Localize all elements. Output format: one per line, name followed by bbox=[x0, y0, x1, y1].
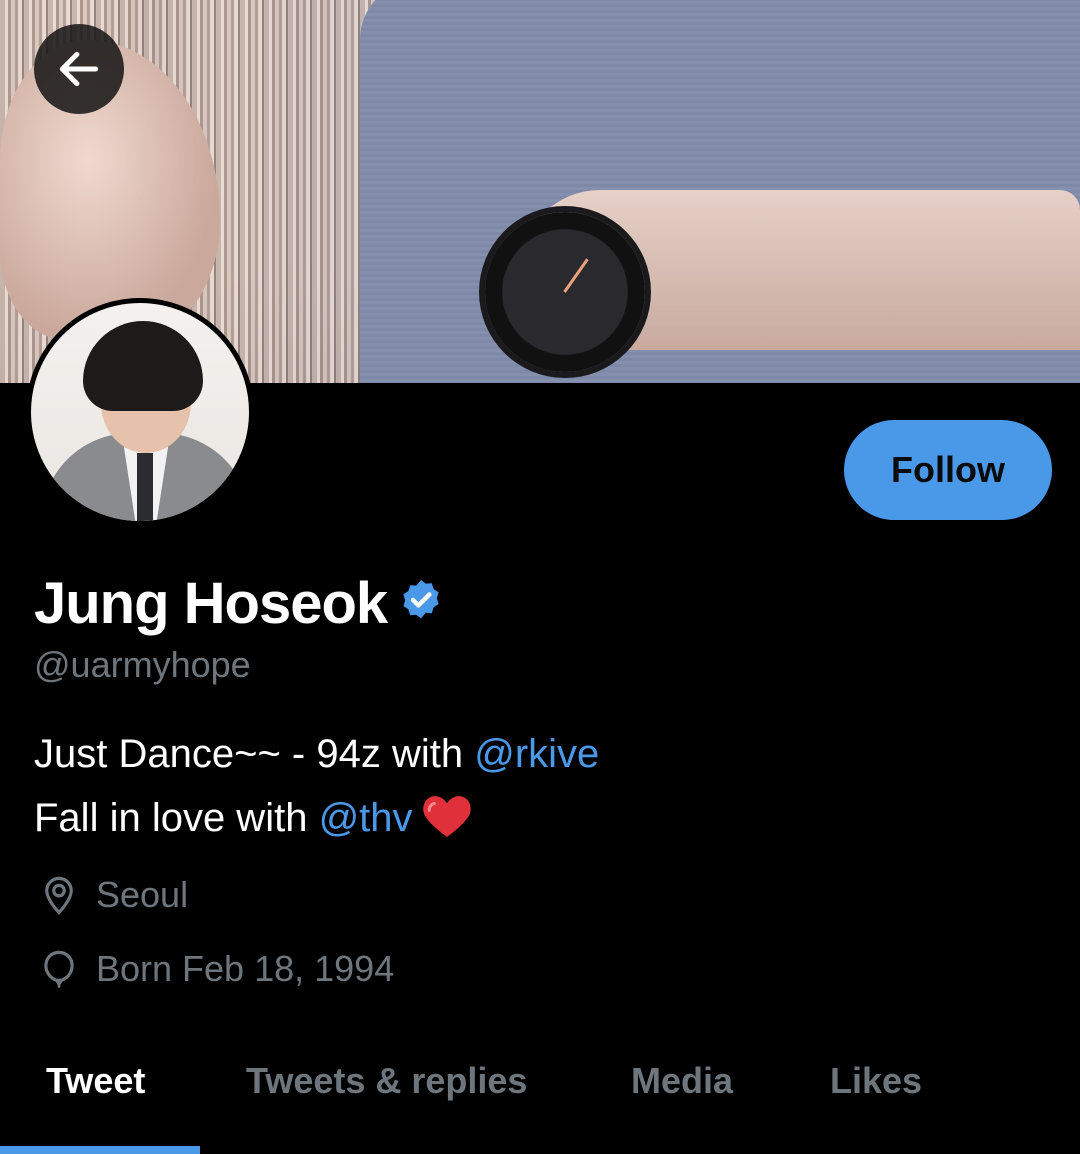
verified-badge-icon[interactable] bbox=[397, 577, 445, 625]
profile-location: Seoul bbox=[38, 874, 188, 916]
balloon-icon bbox=[44, 950, 74, 988]
profile-birthday: Born Feb 18, 1994 bbox=[38, 948, 394, 990]
back-button[interactable] bbox=[34, 24, 124, 114]
profile-handle: @uarmyhope bbox=[34, 644, 251, 685]
bio-text: Just Dance~~ - 94z with bbox=[34, 732, 475, 776]
tab-tweets-replies[interactable]: Tweets & replies bbox=[246, 1060, 527, 1102]
bio-text: Fall in love with bbox=[34, 796, 319, 840]
mention-link-rkive[interactable]: @rkive bbox=[474, 732, 599, 776]
avatar[interactable] bbox=[26, 298, 254, 526]
bio-line-2: Fall in love with @thv bbox=[34, 786, 599, 850]
profile-tabs: Tweet Tweets & replies Media Likes bbox=[0, 1050, 1080, 1154]
follow-button[interactable]: Follow bbox=[844, 420, 1052, 520]
birthday-text: Born Feb 18, 1994 bbox=[96, 948, 395, 989]
arrow-left-icon bbox=[59, 51, 99, 87]
tab-tweet[interactable]: Tweet bbox=[46, 1060, 145, 1102]
profile-name-row: Jung Hoseok bbox=[34, 570, 445, 637]
map-pin-icon bbox=[45, 876, 73, 915]
avatar-tie bbox=[137, 453, 153, 521]
banner-watch bbox=[485, 212, 645, 372]
tab-likes[interactable]: Likes bbox=[830, 1060, 922, 1102]
bio-line-1: Just Dance~~ - 94z with @rkive bbox=[34, 722, 599, 786]
avatar-hair bbox=[83, 321, 203, 411]
profile-bio: Just Dance~~ - 94z with @rkive Fall in l… bbox=[34, 722, 599, 850]
display-name: Jung Hoseok bbox=[34, 571, 388, 636]
mention-link-thv[interactable]: @thv bbox=[319, 796, 413, 840]
location-text: Seoul bbox=[96, 874, 189, 915]
red-heart-icon bbox=[422, 796, 471, 837]
active-tab-indicator bbox=[0, 1146, 200, 1154]
tab-media[interactable]: Media bbox=[631, 1060, 733, 1102]
